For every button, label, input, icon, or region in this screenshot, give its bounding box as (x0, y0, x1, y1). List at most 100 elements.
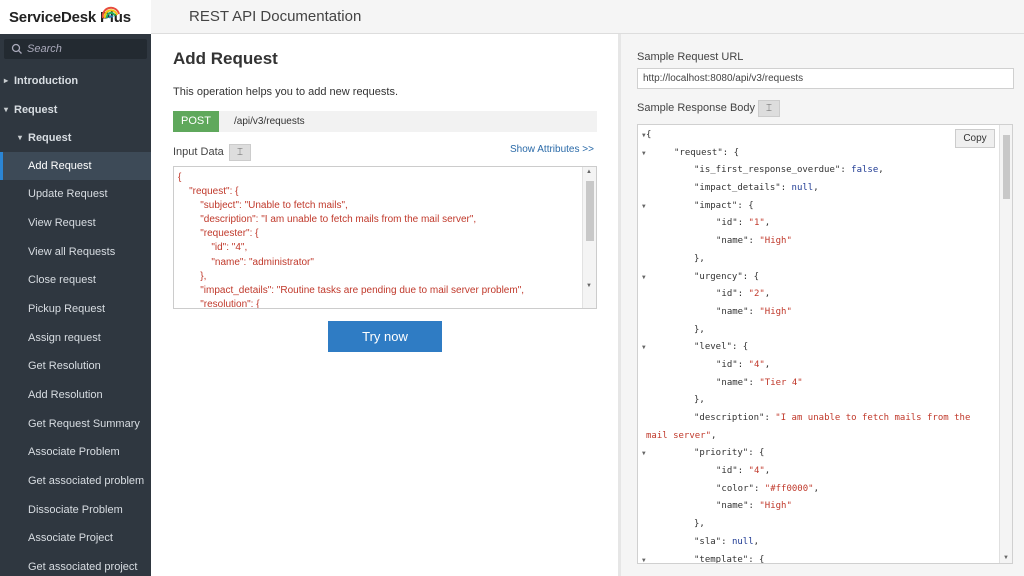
sidebar-item-get-request-summary[interactable]: Get Request Summary (0, 410, 151, 438)
sidebar-item-label: Associate Problem (28, 446, 120, 458)
sidebar-item-label: Request (28, 132, 72, 144)
collapse-toggle-icon[interactable]: ▼ (642, 552, 646, 564)
sidebar-item-add-resolution[interactable]: Add Resolution (0, 381, 151, 409)
response-line: "name": "Tier 4" (638, 375, 1000, 393)
search-input[interactable]: Search (4, 39, 147, 59)
sidebar-item-get-associated-project[interactable]: Get associated project (0, 553, 151, 576)
scrollbar-thumb[interactable] (1003, 135, 1010, 199)
response-line-text: "template": { (694, 554, 765, 564)
scroll-up-icon[interactable]: ▲ (586, 169, 592, 175)
response-line: ▼ "level": { (638, 339, 1000, 357)
scroll-down-icon[interactable]: ▼ (1003, 555, 1009, 561)
scroll-down-icon[interactable]: ▼ (586, 283, 592, 289)
sidebar-item-get-associated-problem[interactable]: Get associated problem (0, 467, 151, 495)
sidebar-item-update-request[interactable]: Update Request (0, 180, 151, 208)
response-line: }, (638, 392, 1000, 410)
response-line: "id": "2", (638, 286, 1000, 304)
sidebar-item-label: Request (14, 104, 58, 116)
response-line-text: "impact": { (694, 200, 754, 211)
editor-scrollbar[interactable]: ▲ ▼ (582, 167, 596, 308)
response-line-text: "is_first_response_overdue": false, (694, 165, 884, 176)
sidebar-item-get-resolution[interactable]: Get Resolution (0, 352, 151, 380)
response-line-text: }, (694, 519, 705, 530)
sidebar-item-close-request[interactable]: Close request (0, 266, 151, 294)
response-line-text: "color": "#ff0000", (716, 483, 819, 494)
response-line-text: "id": "1", (716, 218, 771, 229)
response-line: }, (638, 516, 1000, 534)
response-line: "sla": null, (638, 534, 1000, 552)
collapse-toggle-icon[interactable]: ▼ (642, 445, 646, 463)
response-line-text: "name": "High" (716, 306, 792, 317)
endpoint-path: /api/v3/requests (234, 116, 305, 127)
sidebar-item-label: Get associated project (28, 561, 138, 573)
response-line-text: "id": "4", (716, 359, 771, 370)
response-line: "id": "4", (638, 357, 1000, 375)
response-line: "name": "High" (638, 498, 1000, 516)
response-line-text: "priority": { (694, 448, 765, 459)
response-line-text: "name": "Tier 4" (716, 377, 803, 388)
input-code: { "request": { "subject": "Unable to fet… (178, 172, 525, 309)
response-line-text: "sla": null, (694, 536, 760, 547)
copy-button[interactable]: Copy (955, 129, 995, 148)
response-line: ▼ "priority": { (638, 445, 1000, 463)
sidebar-item-label: Get Request Summary (28, 418, 140, 430)
sidebar-item-label: Associate Project (28, 532, 113, 544)
response-line: ▼{ (638, 127, 1000, 145)
sidebar-item-associate-problem[interactable]: Associate Problem (0, 438, 151, 466)
collapse-toggle-icon[interactable]: ▼ (642, 269, 646, 287)
sidebar-item-dissociate-problem[interactable]: Dissociate Problem (0, 496, 151, 524)
sidebar-item-label: Add Resolution (28, 389, 103, 401)
swirl-logo-icon (101, 6, 120, 19)
collapse-toggle-icon[interactable]: ▼ (642, 145, 646, 163)
sidebar: Search ▸ Introduction ▾ Request ▾ Request Add … (0, 34, 151, 576)
response-line: "name": "High" (638, 233, 1000, 251)
search-placeholder: Search (27, 43, 62, 55)
scrollbar-thumb[interactable] (586, 181, 594, 241)
sidebar-item-pickup-request[interactable]: Pickup Request (0, 295, 151, 323)
app-logo[interactable]: ServiceDesk Plus (0, 0, 151, 34)
response-line-text: "impact_details": null, (694, 183, 819, 194)
sidebar-item-assign-request[interactable]: Assign request (0, 324, 151, 352)
top-header: ServiceDesk Plus REST API Documentation (0, 0, 1024, 34)
sidebar-item-associate-project[interactable]: Associate Project (0, 524, 151, 552)
input-data-label: Input Data (173, 146, 224, 158)
collapse-toggle-icon[interactable]: ▼ (642, 198, 646, 216)
response-line-text: "name": "High" (716, 501, 792, 512)
response-line: "is_first_response_overdue": false, (638, 162, 1000, 180)
response-line-text: "request": { (674, 147, 740, 158)
response-line: ▼ "impact": { (638, 198, 1000, 216)
response-line-text: }, (694, 324, 705, 335)
response-scrollbar[interactable]: ▼ (999, 125, 1012, 563)
sidebar-item-request[interactable]: ▾ Request (0, 96, 151, 124)
try-now-button[interactable]: Try now (328, 321, 442, 352)
sidebar-item-label: View Request (28, 217, 96, 229)
sample-url-label: Sample Request URL (637, 51, 744, 63)
sidebar-item-view-request[interactable]: View Request (0, 209, 151, 237)
show-attributes-link[interactable]: Show Attributes >> (510, 144, 594, 155)
sidebar-item-add-request[interactable]: Add Request (0, 152, 151, 180)
collapse-toggle-icon[interactable]: ▼ (642, 339, 646, 357)
sidebar-item-label: Add Request (28, 160, 92, 172)
response-body-viewer[interactable]: ▼{▼ "request": {"is_first_response_overdu… (637, 124, 1013, 564)
response-line-text: "name": "High" (716, 236, 792, 247)
sidebar-item-label: View all Requests (28, 246, 116, 258)
response-line-text: mail server", (646, 430, 717, 441)
response-line-text: "level": { (694, 342, 749, 353)
sidebar-item-view-all-requests[interactable]: View all Requests (0, 238, 151, 266)
response-line: "id": "1", (638, 215, 1000, 233)
method-badge: POST (173, 111, 219, 132)
format-icon[interactable]: ⌶ (758, 100, 780, 117)
response-line-text: "urgency": { (694, 271, 760, 282)
operation-description: This operation helps you to add new requ… (173, 86, 399, 98)
sidebar-item-label: Introduction (14, 75, 79, 87)
sidebar-item-request[interactable]: ▾ Request (0, 124, 151, 152)
page-header-title: REST API Documentation (189, 8, 362, 25)
input-data-editor[interactable]: { "request": { "subject": "Unable to fet… (173, 166, 597, 309)
chevron-down-icon: ▾ (4, 105, 9, 114)
response-line: ▼ "request": { (638, 145, 1000, 163)
sidebar-item-introduction[interactable]: ▸ Introduction (0, 67, 151, 95)
response-line-text: { (646, 130, 652, 140)
sample-url-field[interactable]: http://localhost:8080/api/v3/requests (637, 68, 1014, 89)
format-icon[interactable]: ⌶ (229, 144, 251, 161)
response-line-text: }, (694, 395, 705, 406)
